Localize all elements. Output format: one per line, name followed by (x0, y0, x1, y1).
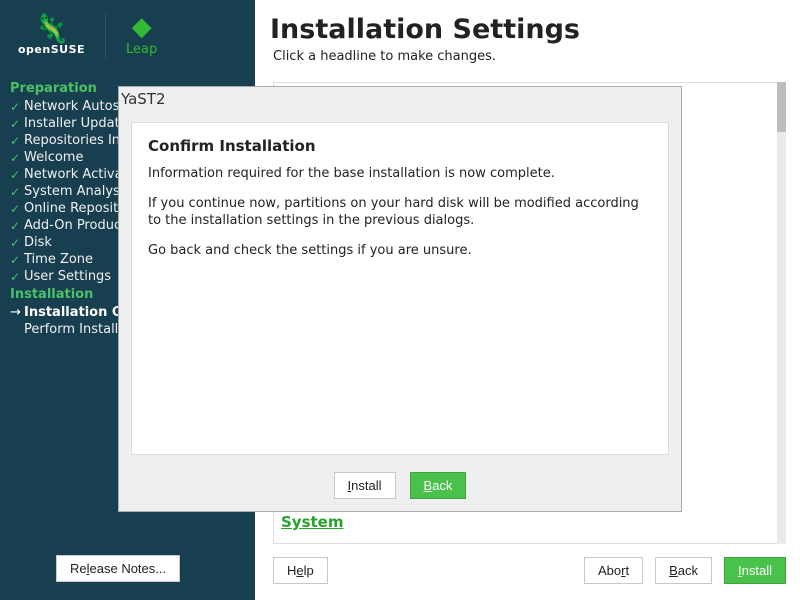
leap-diamond-icon: ◆ (132, 14, 152, 40)
help-button[interactable]: Help (273, 557, 328, 584)
leap-text: Leap (126, 42, 157, 57)
release-notes-button[interactable]: Release Notes... (56, 555, 180, 582)
system-headline-link[interactable]: System (281, 513, 343, 531)
check-icon: ✓ (10, 185, 24, 199)
dialog-back-button[interactable]: Back (410, 472, 467, 499)
check-icon: ✓ (10, 151, 24, 165)
check-icon: ✓ (10, 134, 24, 148)
dialog-window-title: YaST2 (121, 90, 166, 108)
check-icon: ✓ (10, 236, 24, 250)
leap-logo: ◆ Leap (126, 14, 157, 57)
dialog-heading: Confirm Installation (148, 137, 652, 155)
confirm-installation-dialog: YaST2 Confirm Installation Information r… (118, 86, 682, 512)
dialog-body: Confirm Installation Information require… (131, 122, 669, 455)
page-subtitle: Click a headline to make changes. (255, 47, 800, 74)
check-icon: ✓ (10, 168, 24, 182)
check-icon: ✓ (10, 117, 24, 131)
abort-button[interactable]: Abort (584, 557, 643, 584)
check-icon: ✓ (10, 202, 24, 216)
arrow-right-icon: → (10, 305, 24, 320)
bottom-bar: Help Abort Back Install (273, 554, 786, 590)
opensuse-logo: 🦎 openSUSE (18, 15, 85, 56)
chameleon-icon: 🦎 (34, 15, 69, 43)
check-icon: ✓ (10, 100, 24, 114)
page-title: Installation Settings (255, 0, 800, 47)
dialog-install-button[interactable]: Install (334, 472, 396, 499)
check-icon: ✓ (10, 253, 24, 267)
back-button[interactable]: Back (655, 557, 712, 584)
sidebar-header: 🦎 openSUSE ◆ Leap (0, 0, 255, 71)
logo-divider (105, 14, 106, 58)
dialog-text-2: If you continue now, partitions on your … (148, 195, 652, 230)
opensuse-text: openSUSE (18, 43, 85, 56)
check-icon: ✓ (10, 270, 24, 284)
dialog-text-1: Information required for the base instal… (148, 165, 652, 183)
check-icon: ✓ (10, 219, 24, 233)
install-button[interactable]: Install (724, 557, 786, 584)
dialog-button-row: Install Back (119, 472, 681, 499)
scrollbar[interactable] (777, 82, 786, 544)
dialog-text-3: Go back and check the settings if you ar… (148, 242, 652, 260)
